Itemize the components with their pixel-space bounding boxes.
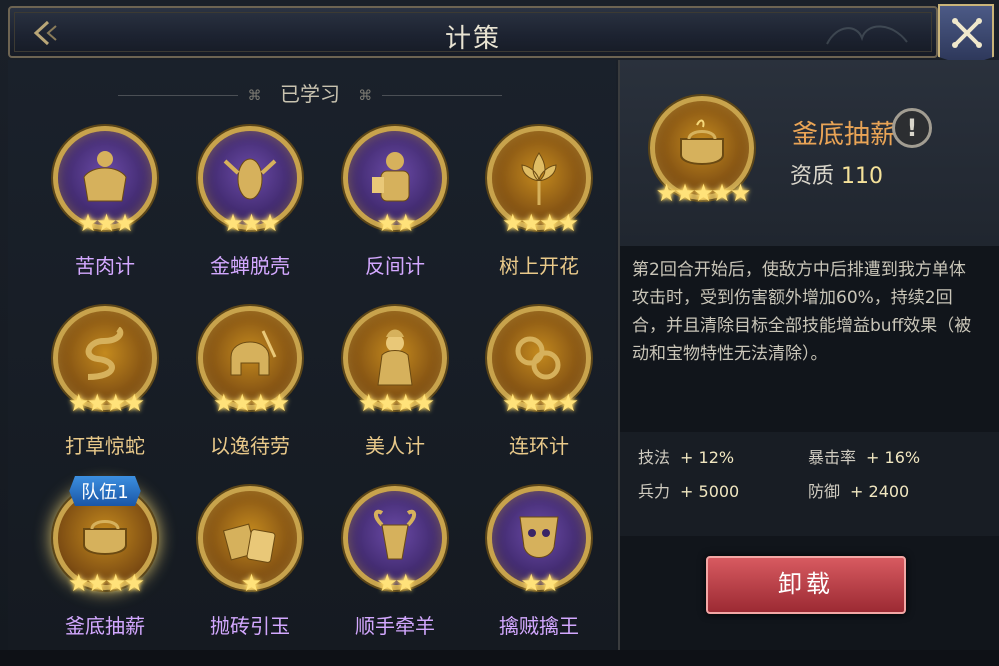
star-rating: ★★★ — [77, 209, 136, 237]
detail-header: ★★★★★ 釜底抽薪 ! 资质 110 — [620, 60, 999, 246]
quality-value: 110 — [841, 164, 884, 189]
stat-value: + 12% — [680, 448, 735, 467]
strategy-item[interactable]: ★ 抛砖引玉 — [185, 486, 315, 666]
close-button[interactable] — [938, 4, 994, 66]
cloud-ornament-icon — [822, 14, 912, 52]
strategy-item-name: 连环计 — [509, 434, 569, 458]
strategy-item[interactable]: ★★★★ 连环计 — [474, 306, 604, 486]
star-rating: ★★★★ — [501, 209, 579, 237]
knot-ornament-icon: ⌘ — [358, 87, 373, 104]
strategy-item-name: 釜底抽薪 — [65, 614, 145, 638]
stat-row: 兵力 + 5000 — [638, 478, 739, 502]
strategy-item[interactable]: ★★★★ 树上开花 — [474, 126, 604, 306]
strategy-name: 釜底抽薪 — [792, 120, 897, 150]
strategy-item-name: 苦肉计 — [75, 254, 135, 278]
star-rating: ★★★★ — [67, 569, 145, 597]
stat-row: 技法 + 12% — [638, 444, 734, 468]
strategy-item-name: 美人计 — [365, 434, 425, 458]
strategy-item[interactable]: ★★ 擒贼擒王 — [474, 486, 604, 666]
divider-line — [382, 95, 503, 96]
strategy-item[interactable]: ★★★★ 美人计 — [330, 306, 460, 486]
strategy-item[interactable]: ★★★★ 队伍1 釜底抽薪 — [40, 476, 170, 666]
close-icon — [952, 18, 982, 48]
strategy-item-name: 以逸待劳 — [210, 434, 290, 458]
info-button[interactable]: ! — [892, 108, 932, 148]
stat-value: + 2400 — [850, 482, 910, 501]
team-badge: 队伍1 — [40, 476, 170, 506]
star-rating: ★★ — [376, 209, 416, 237]
learned-section-header: ⌘ 已学习 ⌘ — [0, 78, 620, 107]
brick-jade-icon: ★ — [198, 486, 302, 597]
strategy-item-name: 擒贼擒王 — [499, 614, 579, 638]
strategy-item[interactable]: ★★★★ 以逸待劳 — [185, 306, 315, 486]
stat-label: 防御 — [808, 482, 841, 501]
strategy-item-name: 树上开花 — [499, 254, 579, 278]
beauty-icon: ★★★★ — [343, 306, 447, 417]
strategy-item-name: 打草惊蛇 — [65, 434, 145, 458]
stat-value: + 5000 — [680, 482, 740, 501]
stat-value: + 16% — [866, 448, 921, 467]
goat-icon: ★★ — [343, 486, 447, 597]
stat-bonuses: 技法 + 12% 暴击率 + 16% 兵力 + 5000 防御 + 2400 — [620, 432, 999, 536]
strategy-item[interactable]: ★★★ 金蝉脱壳 — [185, 126, 315, 306]
strategy-description: 第2回合开始后，使敌方中后排遭到我方单体攻击时，受到伤害额外增加60%，持续2回… — [632, 260, 972, 364]
strategy-item[interactable]: ★★ 反间计 — [330, 126, 460, 306]
star-rating: ★★ — [520, 569, 560, 597]
learned-label: 已学习 — [280, 82, 340, 106]
strategy-item-name: 金蝉脱壳 — [210, 254, 290, 278]
star-rating: ★★★★ — [501, 389, 579, 417]
star-rating: ★★★ — [222, 209, 281, 237]
scholar-icon: ★★ — [343, 126, 447, 237]
star-rating: ★★★★★ — [655, 179, 752, 207]
helmet-icon: ★★★★ — [198, 306, 302, 417]
title-bar: 计策 — [8, 6, 938, 58]
strategy-detail-panel: ★★★★★ 釜底抽薪 ! 资质 110 第2回合开始后，使敌方中后排遭到我方单体… — [618, 60, 999, 650]
window-title: 计策 — [444, 24, 501, 54]
strategy-item-name: 抛砖引玉 — [210, 614, 290, 638]
chain-rings-icon: ★★★★ — [487, 306, 591, 417]
star-rating: ★★ — [376, 569, 416, 597]
stat-label: 兵力 — [638, 482, 671, 501]
muscle-man-icon: ★★★ — [53, 126, 157, 237]
snake-icon: ★★★★ — [53, 306, 157, 417]
stat-label: 技法 — [638, 448, 671, 467]
knot-ornament-icon: ⌘ — [247, 87, 262, 104]
lotus-icon: ★★★★ — [487, 126, 591, 237]
strategy-item[interactable]: ★★ 顺手牵羊 — [330, 486, 460, 666]
star-rating: ★★★★ — [67, 389, 145, 417]
team-badge-label: 队伍1 — [69, 476, 141, 506]
stat-label: 暴击率 — [808, 448, 857, 467]
strategy-item[interactable]: ★★★ 苦肉计 — [40, 126, 170, 306]
warrior-mask-icon: ★★ — [487, 486, 591, 597]
cauldron-icon: ★★★★★ — [650, 96, 754, 207]
divider-line — [117, 95, 238, 96]
quality-label: 资质 — [790, 164, 835, 189]
star-rating: ★★★★ — [212, 389, 290, 417]
selected-strategy-medal: ★★★★★ — [650, 96, 754, 207]
quality: 资质 110 — [790, 158, 883, 190]
stat-row: 防御 + 2400 — [808, 478, 909, 502]
cicada-icon: ★★★ — [198, 126, 302, 237]
star-rating: ★ — [240, 569, 263, 597]
stat-row: 暴击率 + 16% — [808, 444, 920, 468]
unload-button[interactable]: 卸载 — [706, 556, 906, 614]
strategy-item-name: 反间计 — [365, 254, 425, 278]
star-rating: ★★★★ — [357, 389, 435, 417]
strategy-item-name: 顺手牵羊 — [355, 614, 435, 638]
strategy-item[interactable]: ★★★★ 打草惊蛇 — [40, 306, 170, 486]
